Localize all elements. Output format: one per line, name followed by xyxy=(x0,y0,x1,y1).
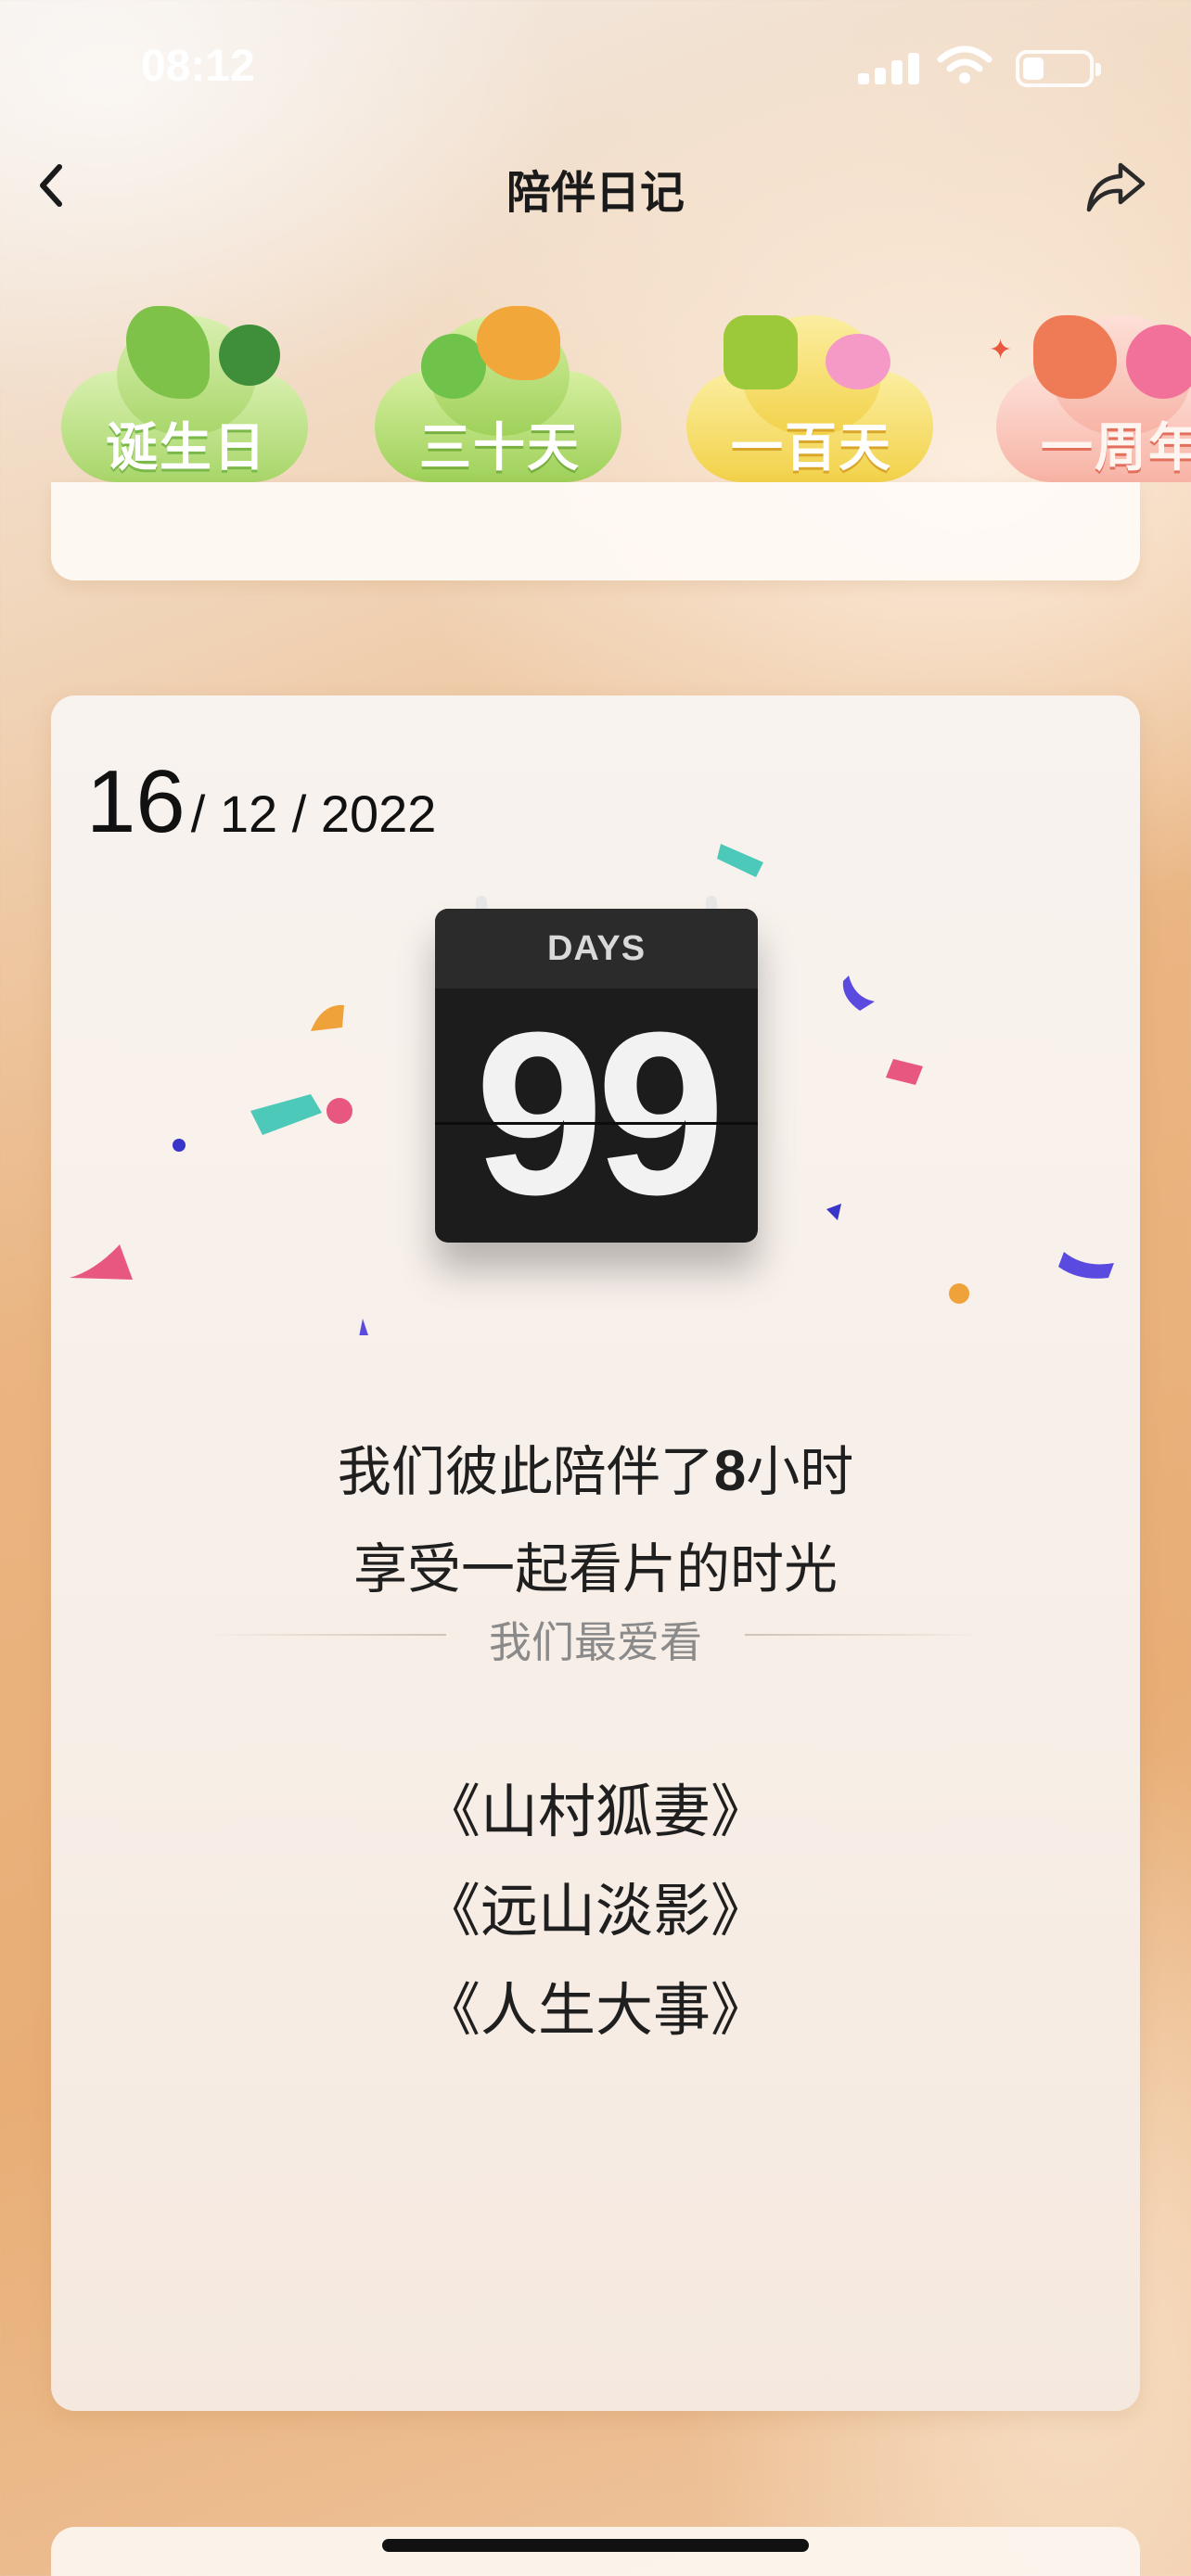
status-time: 08:12 xyxy=(141,42,255,91)
milestone-label: 一百天 xyxy=(731,418,892,478)
milestone-label: 诞生日 xyxy=(106,418,267,478)
share-icon[interactable] xyxy=(1083,158,1148,215)
favorite-item[interactable]: 《人生大事》 xyxy=(51,1960,1140,2060)
cellular-signal-icon xyxy=(858,51,919,84)
days-counter: DAYS 99 xyxy=(435,896,758,1243)
divider-right xyxy=(745,1634,986,1636)
milestone-badges: 诞生日 三十天 一百天 ✦ 一周年 xyxy=(0,278,1191,501)
milestone-label: 一周年 xyxy=(1041,418,1191,478)
status-bar: 08:12 xyxy=(0,0,1191,139)
previous-card xyxy=(51,482,1140,580)
favorite-item[interactable]: 《山村狐妻》 xyxy=(51,1762,1140,1861)
diary-card: 16/ 12 / 2022 DAYS 99 我们彼此陪伴了8小时 享受一起看片的… xyxy=(51,695,1140,2411)
milestone-badge-1-year[interactable]: ✦ 一周年 xyxy=(989,297,1191,491)
favorites-list: 《山村狐妻》 《远山淡影》 《人生大事》 xyxy=(51,1762,1140,2060)
stat-line-hours: 我们彼此陪伴了8小时 xyxy=(337,1439,854,1503)
days-counter-value: 99 xyxy=(474,984,725,1243)
nav-bar: 陪伴日记 xyxy=(0,139,1191,241)
milestone-badge-birthday[interactable]: 诞生日 xyxy=(61,297,312,491)
favorites-title: 我们最爱看 xyxy=(489,1617,702,1667)
battery-icon xyxy=(1016,50,1101,87)
milestone-label: 三十天 xyxy=(419,418,581,478)
stat-line-activity: 享受一起看片的时光 xyxy=(352,1537,838,1600)
favorite-item[interactable]: 《远山淡影》 xyxy=(51,1861,1140,1960)
days-counter-header: DAYS xyxy=(435,909,758,988)
wifi-icon xyxy=(937,45,992,83)
milestone-badge-30-days[interactable]: 三十天 xyxy=(375,297,625,491)
home-indicator[interactable] xyxy=(382,2539,809,2552)
page-title: 陪伴日记 xyxy=(506,167,685,219)
milestone-badge-100-days[interactable]: 一百天 xyxy=(686,297,937,491)
stat-hours-value: 8 xyxy=(713,1439,747,1503)
